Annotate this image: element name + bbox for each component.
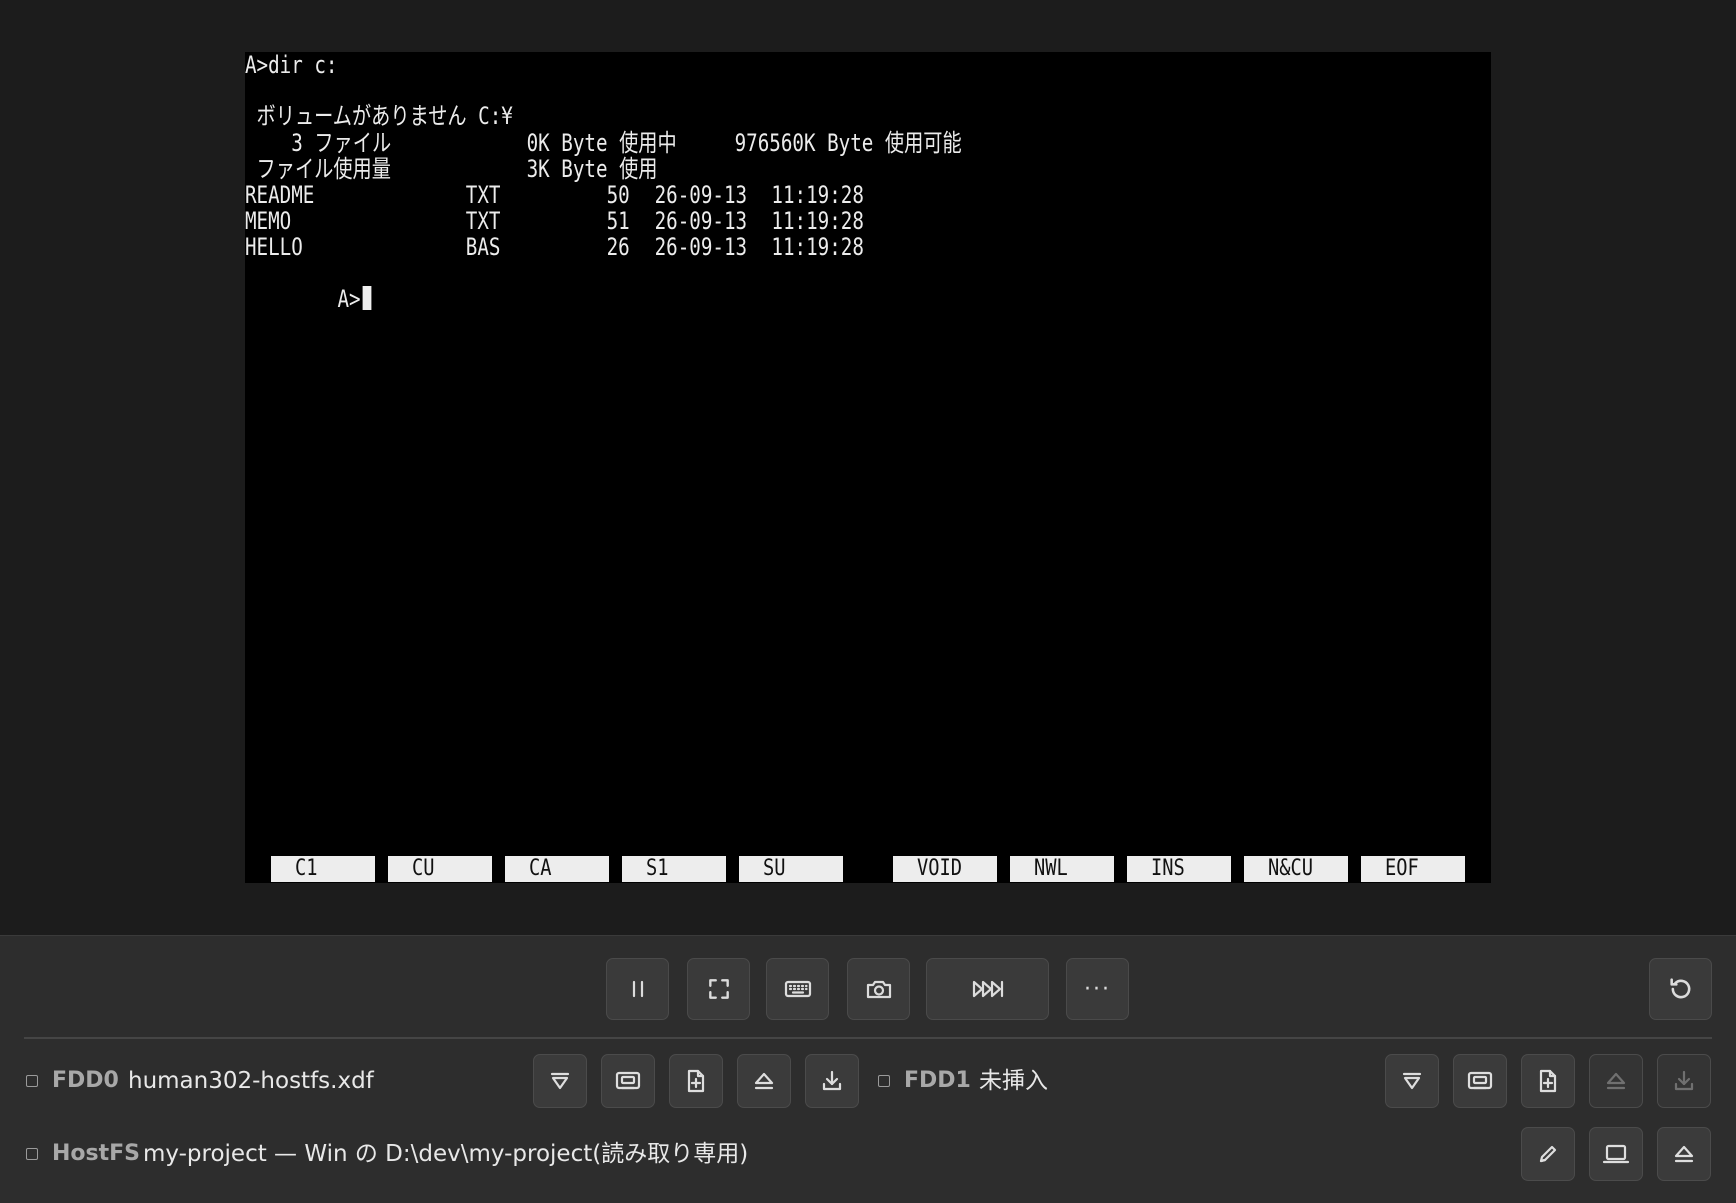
hostfs-row: HostFS my-project — Win の D:\dev\my-proj… xyxy=(0,1124,1736,1184)
file-name: HELLO xyxy=(245,233,303,261)
file-size: 26 xyxy=(606,233,630,261)
fdd1-disk-name: 未挿入 xyxy=(979,1068,1048,1094)
fkey-cu[interactable]: CU xyxy=(388,856,492,882)
fast-forward-icon xyxy=(972,980,1003,998)
camera-icon xyxy=(866,980,891,999)
pause-button[interactable] xyxy=(606,958,669,1020)
file-ext: TXT xyxy=(465,207,501,235)
eject-icon xyxy=(1606,1072,1626,1090)
terminal-text: 976560K Byte 使用可能 xyxy=(734,129,962,157)
file-name: MEMO xyxy=(245,207,292,235)
file-time: 11:19:28 xyxy=(771,181,864,209)
fdd0-disk-name: human302-hostfs.xdf xyxy=(128,1068,374,1094)
fdd1-new-disk-button[interactable] xyxy=(1521,1054,1575,1108)
file-size: 51 xyxy=(606,207,630,235)
hostfs-eject-button[interactable] xyxy=(1657,1127,1711,1181)
file-date: 26-09-13 xyxy=(654,181,748,209)
screenshot-button[interactable] xyxy=(847,958,910,1020)
eject-icon xyxy=(754,1072,774,1090)
fkey-nwl[interactable]: NWL xyxy=(1010,856,1114,882)
terminal-line: ファイル使用量 3K Byte 使用 xyxy=(245,156,658,182)
fdd0-new-disk-button[interactable] xyxy=(669,1054,723,1108)
more-icon: ··· xyxy=(1084,976,1111,1002)
dropdown-icon xyxy=(550,1072,570,1090)
file-ext: BAS xyxy=(465,233,501,261)
terminal-prompt: A> xyxy=(245,260,371,312)
file-time: 11:19:28 xyxy=(771,207,864,235)
panel-divider xyxy=(24,1037,1712,1039)
fdd-row: FDD0 human302-hostfs.xdf FDD1 未挿入 xyxy=(0,1051,1736,1111)
fdd0-menu-button[interactable] xyxy=(533,1054,587,1108)
laptop-icon xyxy=(1602,1144,1630,1164)
fdd1-drive-button[interactable] xyxy=(1453,1054,1507,1108)
pencil-icon xyxy=(1539,1145,1557,1163)
file-plus-icon xyxy=(687,1069,705,1093)
fdd1-menu-button[interactable] xyxy=(1385,1054,1439,1108)
download-icon xyxy=(822,1070,842,1091)
terminal-text: ファイル使用量 xyxy=(245,155,391,183)
file-entry: README TXT 50 26-09-13 11:19:28 xyxy=(245,181,864,209)
fullscreen-icon xyxy=(708,979,729,999)
terminal-text: 0K Byte 使用中 xyxy=(526,129,677,157)
eject-icon xyxy=(1674,1145,1694,1163)
file-date: 26-09-13 xyxy=(654,233,748,261)
download-icon xyxy=(1674,1070,1694,1091)
fkey-ins[interactable]: INS xyxy=(1127,856,1231,882)
control-panel: ··· FDD0 human302-hostfs.xdf FDD1 未挿入 Ho… xyxy=(0,935,1736,1203)
fullscreen-button[interactable] xyxy=(687,958,750,1020)
fdd1-checkbox[interactable] xyxy=(878,1075,890,1087)
file-name: README xyxy=(245,181,315,209)
prompt-text: A> xyxy=(337,285,361,313)
fkey-c1[interactable]: C1 xyxy=(271,856,375,882)
fdd0-drive-button[interactable] xyxy=(601,1054,655,1108)
terminal-text: 3K Byte 使用 xyxy=(526,155,658,183)
drive-icon xyxy=(1467,1071,1493,1090)
drive-icon xyxy=(615,1071,641,1090)
fdd0-download-button[interactable] xyxy=(805,1054,859,1108)
fkey-ca[interactable]: CA xyxy=(505,856,609,882)
fkey-su[interactable]: SU xyxy=(739,856,843,882)
terminal-text: A>dir c: xyxy=(245,52,338,79)
reset-icon xyxy=(1669,978,1690,999)
keyboard-icon xyxy=(784,980,811,998)
fkey-eof[interactable]: EOF xyxy=(1361,856,1465,882)
file-entry: HELLO BAS 26 26-09-13 11:19:28 xyxy=(245,233,864,261)
emulator-stage: A>dir c: ボリュームがありません C:¥ 3 ファイル 0K Byte … xyxy=(0,0,1736,935)
fdd0-checkbox[interactable] xyxy=(26,1075,38,1087)
more-button[interactable]: ··· xyxy=(1066,958,1129,1020)
emulator-screen[interactable]: A>dir c: ボリュームがありません C:¥ 3 ファイル 0K Byte … xyxy=(245,52,1491,883)
fkey-void[interactable]: VOID xyxy=(893,856,997,882)
fast-forward-button[interactable] xyxy=(926,958,1049,1020)
file-plus-icon xyxy=(1539,1069,1557,1093)
dropdown-icon xyxy=(1402,1072,1422,1090)
terminal-line: 3 ファイル 0K Byte 使用中 976560K Byte 使用可能 xyxy=(245,130,961,156)
hostfs-label: HostFS xyxy=(52,1141,141,1166)
hostfs-checkbox[interactable] xyxy=(26,1148,38,1160)
text-cursor xyxy=(362,286,371,310)
terminal-line: A>dir c: xyxy=(245,52,337,78)
fkey-n-cu[interactable]: N&CU xyxy=(1244,856,1348,882)
hostfs-path: my-project — Win の D:\dev\my-project(読み取… xyxy=(143,1141,749,1167)
hostfs-mount-button[interactable] xyxy=(1589,1127,1643,1181)
fdd1-download-button[interactable] xyxy=(1657,1054,1711,1108)
terminal-text: 3 ファイル xyxy=(245,129,392,157)
keyboard-button[interactable] xyxy=(766,958,829,1020)
fdd0-eject-button[interactable] xyxy=(737,1054,791,1108)
function-key-bar: C1 CU CA S1 SU VOID NWL INS N&CU EOF xyxy=(245,856,1491,882)
reset-button[interactable] xyxy=(1649,958,1712,1020)
file-ext: TXT xyxy=(465,181,501,209)
terminal-output: A>dir c: ボリュームがありません C:¥ 3 ファイル 0K Byte … xyxy=(245,52,1491,823)
terminal-text: ボリュームがありません C:¥ xyxy=(245,102,513,130)
hostfs-edit-button[interactable] xyxy=(1521,1127,1575,1181)
terminal-line: ボリュームがありません C:¥ xyxy=(245,103,513,129)
fdd1-label: FDD1 xyxy=(904,1068,971,1093)
fdd1-eject-button[interactable] xyxy=(1589,1054,1643,1108)
fdd0-label: FDD0 xyxy=(52,1068,119,1093)
file-size: 50 xyxy=(606,181,630,209)
file-time: 11:19:28 xyxy=(771,233,864,261)
pause-icon xyxy=(632,980,643,998)
file-entry: MEMO TXT 51 26-09-13 11:19:28 xyxy=(245,207,864,235)
file-date: 26-09-13 xyxy=(654,207,748,235)
fkey-s1[interactable]: S1 xyxy=(622,856,726,882)
